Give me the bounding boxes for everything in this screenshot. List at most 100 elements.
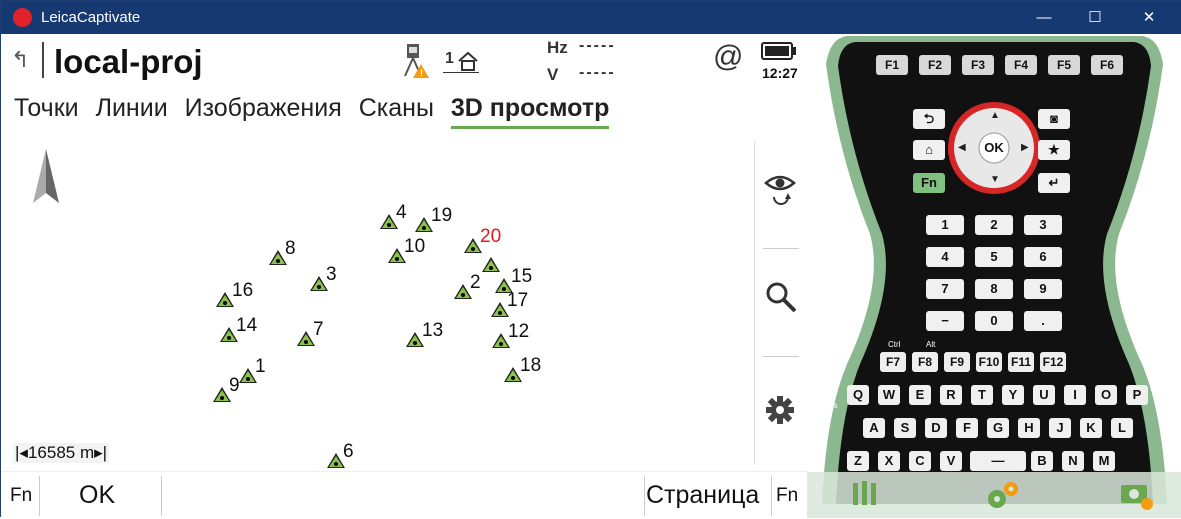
point-dot bbox=[471, 247, 475, 251]
tab-lines[interactable]: Линии bbox=[96, 94, 168, 122]
back-arrow-icon[interactable]: ↰ bbox=[11, 47, 29, 73]
numpad-key[interactable]: − bbox=[926, 311, 964, 331]
enter-key[interactable]: ↵ bbox=[1038, 173, 1070, 193]
tab-images[interactable]: Изображения bbox=[185, 94, 342, 122]
letter-key[interactable]: F bbox=[956, 418, 978, 438]
letter-key[interactable]: X bbox=[878, 451, 900, 471]
function-key-f3[interactable]: F3 bbox=[962, 55, 994, 75]
survey-tools-icon[interactable] bbox=[850, 479, 880, 514]
letter-key[interactable]: K bbox=[1080, 418, 1102, 438]
letter-key[interactable]: H bbox=[1018, 418, 1040, 438]
nav-right-icon[interactable]: ▶ bbox=[1021, 142, 1029, 153]
nav-down-icon[interactable]: ▼ bbox=[990, 174, 1000, 185]
letter-key[interactable]: L bbox=[1111, 418, 1133, 438]
letter-key[interactable]: Q bbox=[847, 385, 869, 405]
backspace-key[interactable]: ⮌ bbox=[913, 109, 945, 129]
settings-gears-icon[interactable] bbox=[985, 479, 1021, 516]
letter-key[interactable]: N bbox=[1062, 451, 1084, 471]
scale-right-icon: ▸| bbox=[94, 443, 108, 462]
numpad-key[interactable]: 5 bbox=[975, 247, 1013, 267]
star-key[interactable]: ★ bbox=[1038, 140, 1070, 160]
letter-key[interactable]: C bbox=[909, 451, 931, 471]
numpad-key[interactable]: 2 bbox=[975, 215, 1013, 235]
point-label: 16 bbox=[232, 280, 254, 301]
point-label: 10 bbox=[404, 236, 426, 257]
function-key-f9[interactable]: F9 bbox=[944, 352, 970, 372]
point-dot bbox=[227, 336, 231, 340]
function-key-f1[interactable]: F1 bbox=[876, 55, 908, 75]
minimize-button[interactable]: — bbox=[1021, 1, 1067, 34]
letter-key[interactable]: T bbox=[971, 385, 993, 405]
numpad-key[interactable]: . bbox=[1024, 311, 1062, 331]
maximize-button[interactable]: ☐ bbox=[1072, 1, 1118, 34]
connection-icon[interactable]: @ bbox=[713, 40, 743, 74]
function-key-f7[interactable]: F7 bbox=[880, 352, 906, 372]
letter-key[interactable]: U bbox=[1033, 385, 1055, 405]
letter-key[interactable]: Y bbox=[1002, 385, 1024, 405]
letter-key[interactable]: G bbox=[987, 418, 1009, 438]
view-rotate-button[interactable] bbox=[755, 171, 805, 251]
letter-key[interactable]: D bbox=[925, 418, 947, 438]
numpad-key[interactable]: 7 bbox=[926, 279, 964, 299]
tab-3d-view[interactable]: 3D просмотр bbox=[450, 94, 610, 129]
numpad-key[interactable]: 4 bbox=[926, 247, 964, 267]
function-key-f5[interactable]: F5 bbox=[1048, 55, 1080, 75]
instrument-warning-icon[interactable]: ! bbox=[401, 44, 429, 78]
numpad-key[interactable]: 0 bbox=[975, 311, 1013, 331]
page-button[interactable]: Страница bbox=[646, 472, 759, 519]
letter-key[interactable]: R bbox=[940, 385, 962, 405]
ok-button[interactable]: OK bbox=[79, 472, 115, 519]
nav-left-icon[interactable]: ◀ bbox=[958, 142, 966, 153]
function-key-f6[interactable]: F6 bbox=[1091, 55, 1123, 75]
settings-button[interactable] bbox=[755, 396, 805, 476]
numpad-key[interactable]: 9 bbox=[1024, 279, 1062, 299]
point-dot bbox=[276, 259, 280, 263]
home-indicator[interactable]: 1 bbox=[443, 48, 479, 76]
home-key[interactable]: ⌂ bbox=[913, 140, 945, 160]
search-button[interactable] bbox=[755, 281, 805, 361]
footer-bar: Fn OK Страница Fn bbox=[1, 471, 807, 518]
function-key-f11[interactable]: F11 bbox=[1008, 352, 1034, 372]
camera-key[interactable]: ◙ bbox=[1038, 109, 1070, 129]
letter-key[interactable]: W bbox=[878, 385, 900, 405]
numpad-key[interactable]: 8 bbox=[975, 279, 1013, 299]
function-key-f2[interactable]: F2 bbox=[919, 55, 951, 75]
point-dot bbox=[499, 342, 503, 346]
letter-key[interactable]: B bbox=[1031, 451, 1053, 471]
numpad-key[interactable]: 1 bbox=[926, 215, 964, 235]
letter-key[interactable]: O bbox=[1095, 385, 1117, 405]
letter-key[interactable]: M bbox=[1093, 451, 1115, 471]
fn-key[interactable]: Fn bbox=[913, 173, 945, 193]
point-dot bbox=[304, 340, 308, 344]
nav-ok-button[interactable]: OK bbox=[983, 140, 1005, 155]
letter-key[interactable]: V bbox=[940, 451, 962, 471]
function-key-f12[interactable]: F12 bbox=[1040, 352, 1066, 372]
fn-left-button[interactable]: Fn bbox=[10, 472, 32, 519]
point-dot bbox=[502, 287, 506, 291]
close-button[interactable]: ✕ bbox=[1126, 1, 1172, 34]
numpad-key[interactable]: 3 bbox=[1024, 215, 1062, 235]
map-view[interactable]: 4 19 20 10 8 3 15 2 16 17 14 7 13 12 1 18 9 6 |◂16585 m▸| bbox=[1, 139, 753, 469]
letter-key[interactable]: Z bbox=[847, 451, 869, 471]
nav-up-icon[interactable]: ▲ bbox=[990, 110, 1000, 121]
tab-scans[interactable]: Сканы bbox=[359, 94, 434, 122]
letter-key[interactable]: S bbox=[894, 418, 916, 438]
fn-right-button[interactable]: Fn bbox=[776, 472, 798, 519]
letter-key[interactable]: E bbox=[909, 385, 931, 405]
function-key-f10[interactable]: F10 bbox=[976, 352, 1002, 372]
ctrl-label: Ctrl bbox=[888, 340, 901, 349]
letter-key[interactable]: P bbox=[1126, 385, 1148, 405]
letter-key[interactable]: A bbox=[863, 418, 885, 438]
home-value: 1 bbox=[445, 50, 454, 67]
letter-key[interactable]: I bbox=[1064, 385, 1086, 405]
scale-bar: |◂16585 m▸| bbox=[13, 443, 110, 463]
space-key[interactable]: — bbox=[970, 451, 1026, 471]
function-key-f4[interactable]: F4 bbox=[1005, 55, 1037, 75]
numpad-key[interactable]: 6 bbox=[1024, 247, 1062, 267]
leica-logo-icon bbox=[13, 8, 32, 27]
letter-key[interactable]: J bbox=[1049, 418, 1071, 438]
v-value: ----- bbox=[579, 64, 616, 81]
camera-settings-icon[interactable] bbox=[1119, 479, 1155, 516]
tab-points[interactable]: Точки bbox=[14, 94, 79, 122]
function-key-f8[interactable]: F8 bbox=[912, 352, 938, 372]
